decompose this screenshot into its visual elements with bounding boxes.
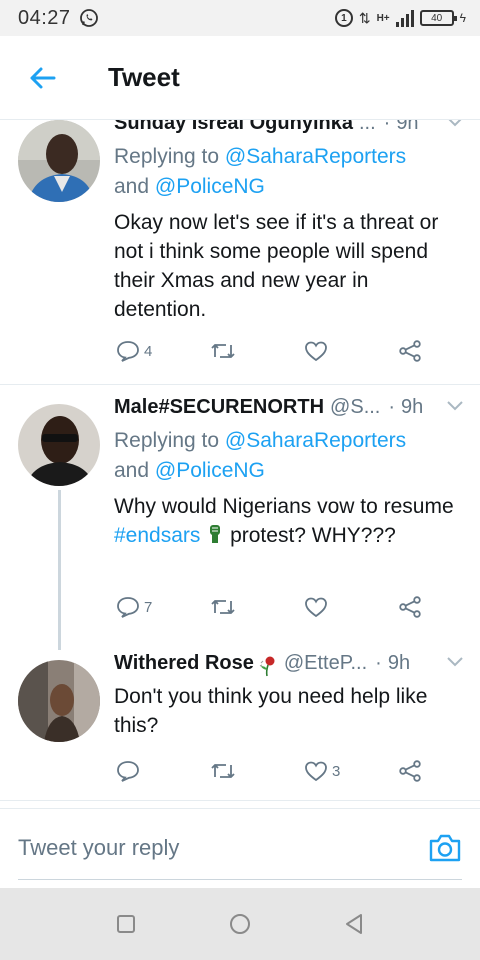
separator-dot: · [383, 120, 391, 134]
reply-input-underline [18, 879, 462, 880]
status-bar: 04:27 1 ⇅ H+ 40 ϟ [0, 0, 480, 36]
replying-to: Replying to @SaharaReporters and @Police… [114, 142, 464, 202]
tweet-time: 9h [401, 396, 424, 418]
share-icon [399, 340, 421, 362]
retweet-icon [211, 764, 235, 778]
mention-link[interactable]: @PoliceNG [155, 459, 265, 482]
reply-count: 4 [144, 342, 153, 360]
sim-badge: 1 [334, 9, 353, 27]
thread-connector [58, 490, 61, 650]
chevron-down-icon[interactable] [446, 655, 464, 669]
reply-button[interactable]: 4 [116, 340, 176, 362]
status-icons: 1 ⇅ H+ 40 ϟ [334, 9, 466, 27]
system-nav-bar [0, 888, 480, 960]
tweet-item[interactable]: Male#SECURENORTH @S... · 9h Replying to … [0, 396, 480, 650]
battery-level: 40 [431, 12, 443, 24]
reply-icon [117, 341, 139, 362]
hashtag-link[interactable]: #endsars [114, 524, 200, 547]
author-name[interactable]: Withered Rose [114, 652, 254, 675]
share-icon [399, 760, 421, 782]
tweet-text-part: protest? WHY??? [230, 524, 396, 547]
reply-input[interactable]: Tweet your reply [18, 835, 179, 861]
separator-dot: · [375, 652, 382, 674]
status-time: 04:27 [18, 6, 71, 29]
camera-icon[interactable] [428, 831, 462, 865]
like-count: 3 [332, 762, 341, 780]
author-name[interactable]: Male#SECURENORTH [114, 396, 324, 419]
page-title: Tweet [108, 62, 180, 92]
divider [0, 800, 480, 801]
avatar-image [18, 660, 100, 742]
share-button[interactable] [398, 760, 426, 782]
back-button[interactable] [22, 58, 62, 98]
divider [0, 384, 480, 385]
reply-button[interactable] [116, 760, 176, 782]
like-button[interactable] [304, 596, 364, 618]
data-arrows-icon: ⇅ [358, 9, 371, 26]
chevron-down-icon[interactable] [446, 399, 464, 413]
tweet-item[interactable]: Withered Rose @EtteP... · 9h Don't you t… [0, 652, 480, 802]
retweet-icon [211, 600, 235, 614]
author-handle[interactable]: @S... [330, 396, 380, 419]
avatar[interactable] [18, 404, 100, 486]
retweet-button[interactable] [210, 761, 270, 781]
author-name[interactable]: Sunday Isreal Ogunyinka [114, 120, 353, 135]
like-button[interactable] [304, 340, 364, 362]
separator-dot: · [388, 396, 396, 418]
reply-count: 7 [144, 598, 153, 616]
signal-icon [395, 9, 414, 27]
share-icon [399, 596, 421, 618]
avatar-image [18, 404, 100, 486]
reply-composer: Tweet your reply [0, 808, 480, 888]
rose-emoji-icon [259, 656, 275, 677]
avatar[interactable] [18, 660, 100, 742]
replying-prefix: Replying to [114, 429, 225, 452]
mention-link[interactable]: @SaharaReporters [225, 429, 406, 452]
author-handle[interactable]: @EtteP... [284, 652, 367, 675]
avatar[interactable] [18, 120, 100, 202]
avatar-image [18, 120, 100, 202]
charging-icon: ϟ [459, 11, 466, 25]
back-icon[interactable] [342, 912, 366, 936]
tweet-time: 9h [387, 652, 411, 674]
tweet-text: Don't you think you need help like this? [114, 685, 428, 737]
battery-icon: 40 [419, 10, 457, 26]
chevron-down-icon[interactable] [446, 120, 464, 129]
replying-to: Replying to @SaharaReporters and @Police… [114, 426, 464, 486]
replying-prefix: Replying to [114, 145, 225, 168]
retweet-button[interactable] [210, 597, 270, 617]
replying-and: and [114, 459, 155, 482]
tweet-text: Why would Nigerians vow to resume #endsa… [114, 492, 464, 550]
recents-icon[interactable] [114, 912, 138, 936]
retweet-icon [211, 344, 235, 358]
tweet-time: 9h [396, 120, 419, 134]
tweet-text-part: Why would Nigerians vow to resume [114, 495, 454, 518]
like-icon [305, 761, 327, 782]
reply-icon [117, 761, 139, 782]
mention-link[interactable]: @SaharaReporters [225, 145, 406, 168]
reply-icon [117, 597, 139, 618]
like-icon [305, 341, 327, 362]
tweet-feed[interactable]: Sunday Isreal Ogunyinka ... · 9h Replyin… [0, 120, 480, 808]
whatsapp-icon [79, 9, 98, 27]
network-type: H+ [376, 12, 390, 24]
reply-button[interactable]: 7 [116, 596, 176, 618]
mention-link[interactable]: @PoliceNG [155, 175, 265, 198]
author-handle[interactable]: ... [359, 120, 376, 135]
like-button[interactable]: 3 [304, 760, 364, 782]
home-icon[interactable] [228, 912, 252, 936]
share-button[interactable] [398, 596, 426, 618]
like-icon [305, 597, 327, 618]
tweet-text: Okay now let's see if it's a threat or n… [114, 211, 439, 321]
replying-and: and [114, 175, 155, 198]
back-arrow-icon [30, 67, 56, 88]
tweet-item[interactable]: Sunday Isreal Ogunyinka ... · 9h Replyin… [0, 120, 480, 384]
retweet-button[interactable] [210, 341, 270, 361]
fist-emoji-icon [210, 525, 221, 543]
share-button[interactable] [398, 340, 426, 362]
top-app-bar: Tweet [0, 36, 480, 120]
